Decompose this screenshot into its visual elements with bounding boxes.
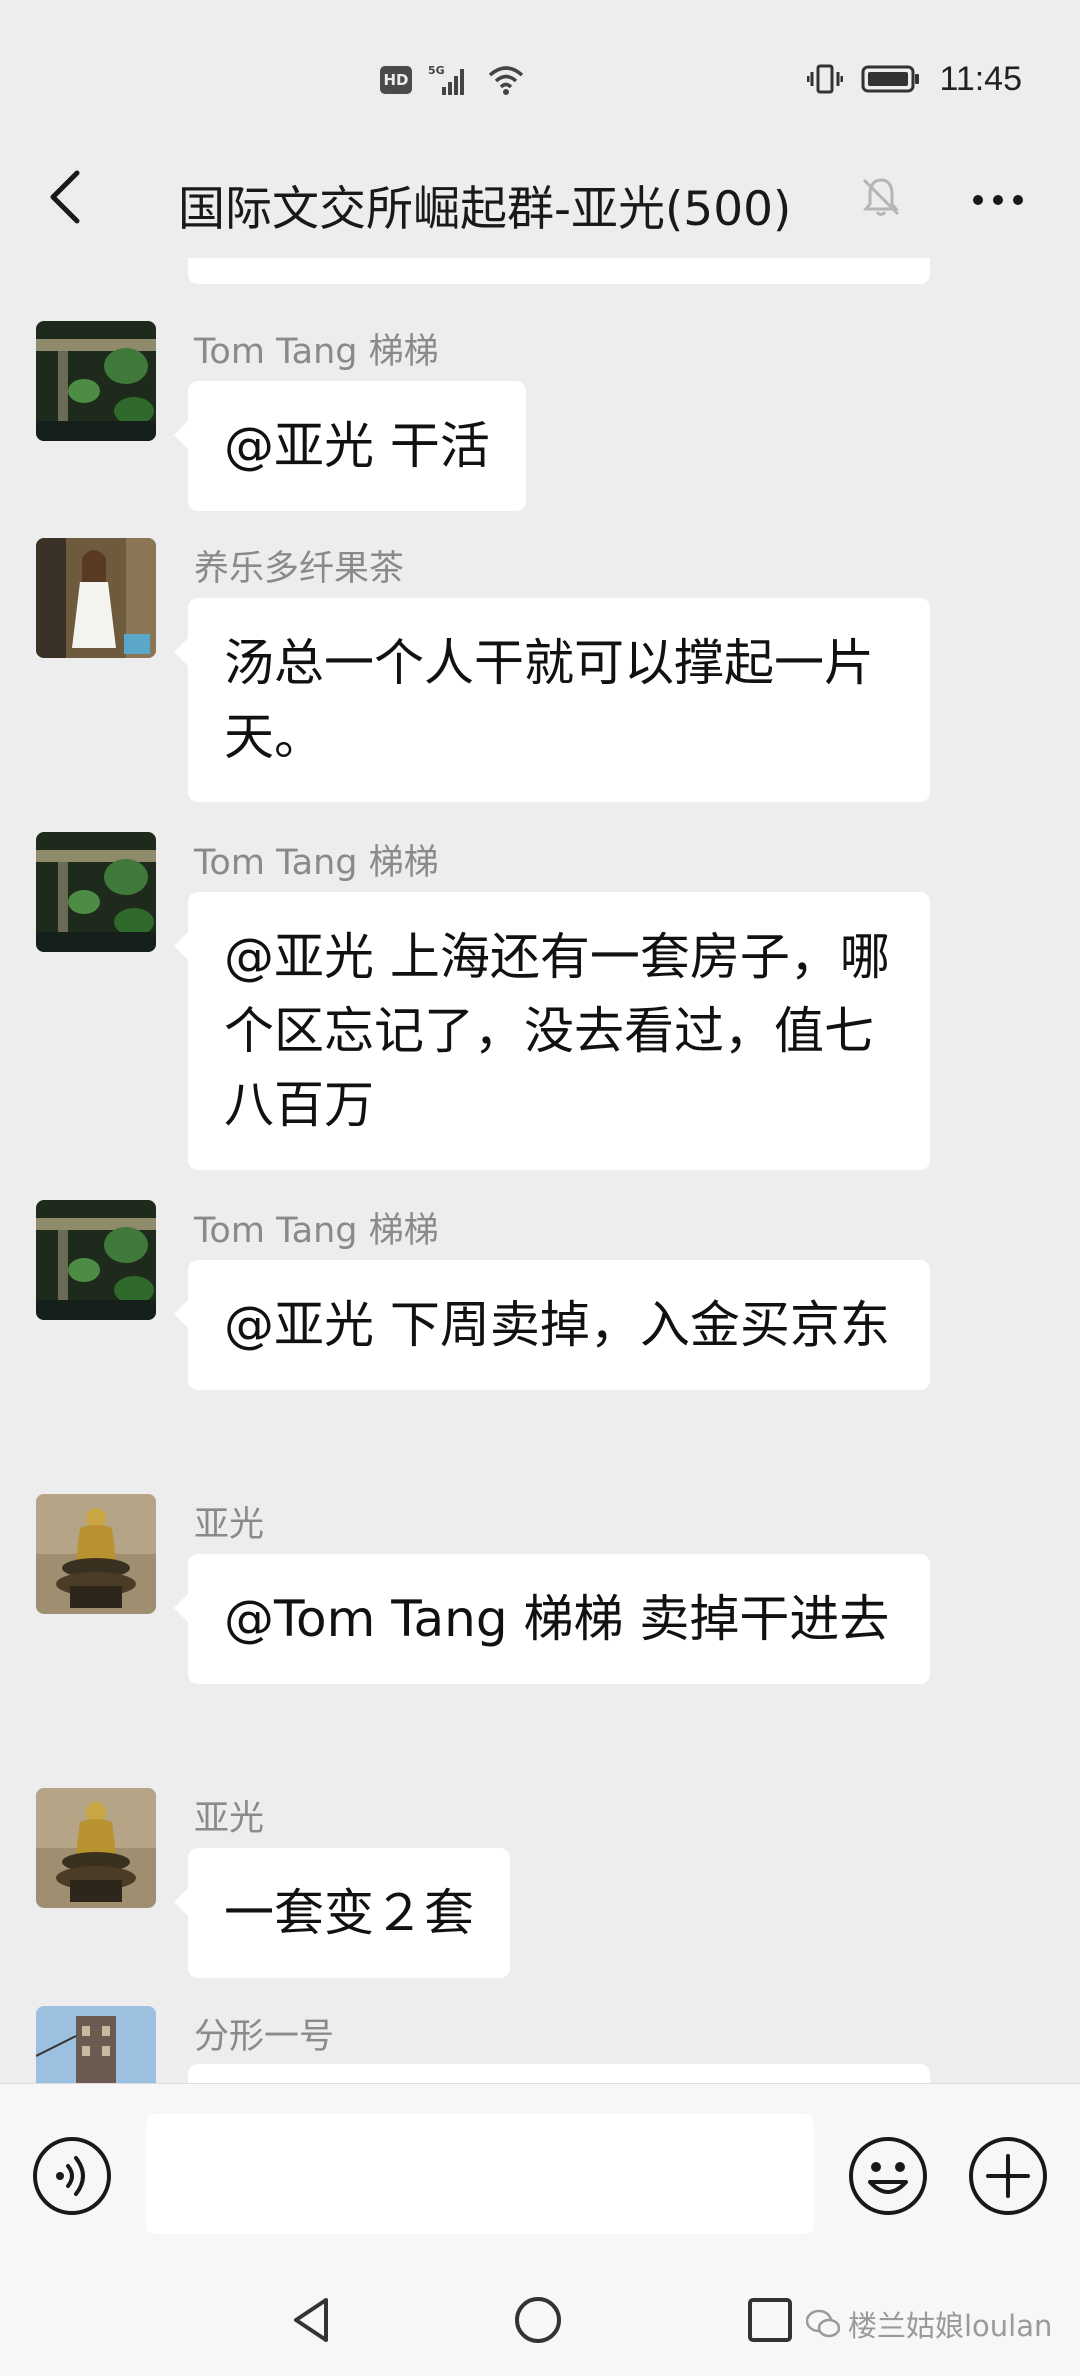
avatar[interactable] [36,1788,156,1908]
sender-name: Tom Tang 梯梯 [194,1211,439,1251]
hd-badge: HD [380,66,412,94]
watermark: 楼兰姑娘loulan [806,2302,1052,2346]
message-bubble[interactable]: @Tom Tang 梯梯 卖掉干进去 [174,1554,930,1684]
nav-recent-apps-icon[interactable] [740,2290,800,2350]
avatar[interactable] [36,1200,156,1320]
status-bar: HD 5G 11:45 [0,0,1080,160]
message-bubble[interactable]: @亚光 下周卖掉，入金买京东 [174,1260,930,1390]
plus-icon[interactable] [966,2134,1050,2218]
more-button[interactable] [958,170,1038,230]
clock-time: 11:45 [939,59,1022,98]
tower-building-avatar-icon [36,2006,156,2083]
input-bar [0,2083,1080,2266]
message-bubble[interactable]: 一套变２套 [174,1848,510,1978]
lotus-garden-avatar-icon [36,832,156,952]
sender-name: 养乐多纤果茶 [194,549,405,589]
chevron-left-icon [50,170,80,224]
sender-name: 亚光 [194,1505,265,1545]
chat-header: 国际文交所崛起群-亚光(500) [0,140,1080,258]
wifi-icon [488,66,524,95]
avatar[interactable] [36,832,156,952]
voice-icon[interactable] [30,2134,114,2218]
watermark-text: 楼兰姑娘loulan [848,2309,1053,2343]
avatar[interactable] [36,1494,156,1614]
message-input[interactable] [146,2114,814,2234]
girl-white-dress-avatar-icon [36,538,156,658]
system-nav-bar: 楼兰姑娘loulan [0,2266,1080,2376]
message-bubble[interactable]: 汤总一个人干就可以撑起一片天。 [174,598,930,802]
previous-message-bubble [188,258,930,284]
message-list[interactable]: Tom Tang 梯梯 @亚光 干活 养乐多纤果茶 汤总一个人干就可以撑起一片天… [0,258,1080,2083]
sender-name: 亚光 [194,1799,265,1839]
message-bubble[interactable]: @亚光 上海还有一套房子，哪个区忘记了，没去看过，值七八百万 [174,892,930,1170]
wechat-logo-icon [806,2309,840,2338]
emoji-icon[interactable] [846,2134,930,2218]
message-bubble[interactable] [188,2064,930,2083]
avatar[interactable] [36,2006,156,2083]
more-dot [1013,195,1023,205]
chat-title: 国际文交所崛起群-亚光(500) [178,182,792,237]
vibrate-icon [807,64,844,94]
lotus-garden-avatar-icon [36,321,156,441]
status-right-icons: 11:45 [807,56,1022,102]
signal-5g-icon: 5G [428,64,464,95]
battery-icon [861,65,920,93]
sender-name: 分形一号 [194,2017,335,2057]
nav-home-icon[interactable] [508,2290,568,2350]
avatar[interactable] [36,538,156,658]
avatar[interactable] [36,321,156,441]
message-bubble[interactable]: @亚光 干活 [174,381,526,511]
more-dot [993,195,1003,205]
nav-back-icon[interactable] [282,2290,342,2350]
buddha-statue-avatar-icon [36,1788,156,1908]
status-center-icons: HD 5G [380,60,526,100]
back-button[interactable] [30,162,100,232]
more-dot [973,195,983,205]
buddha-statue-avatar-icon [36,1494,156,1614]
lotus-garden-avatar-icon [36,1200,156,1320]
sender-name: Tom Tang 梯梯 [194,332,439,372]
svg-text:5G: 5G [428,64,445,77]
bell-muted-icon [862,178,900,216]
sender-name: Tom Tang 梯梯 [194,843,439,883]
